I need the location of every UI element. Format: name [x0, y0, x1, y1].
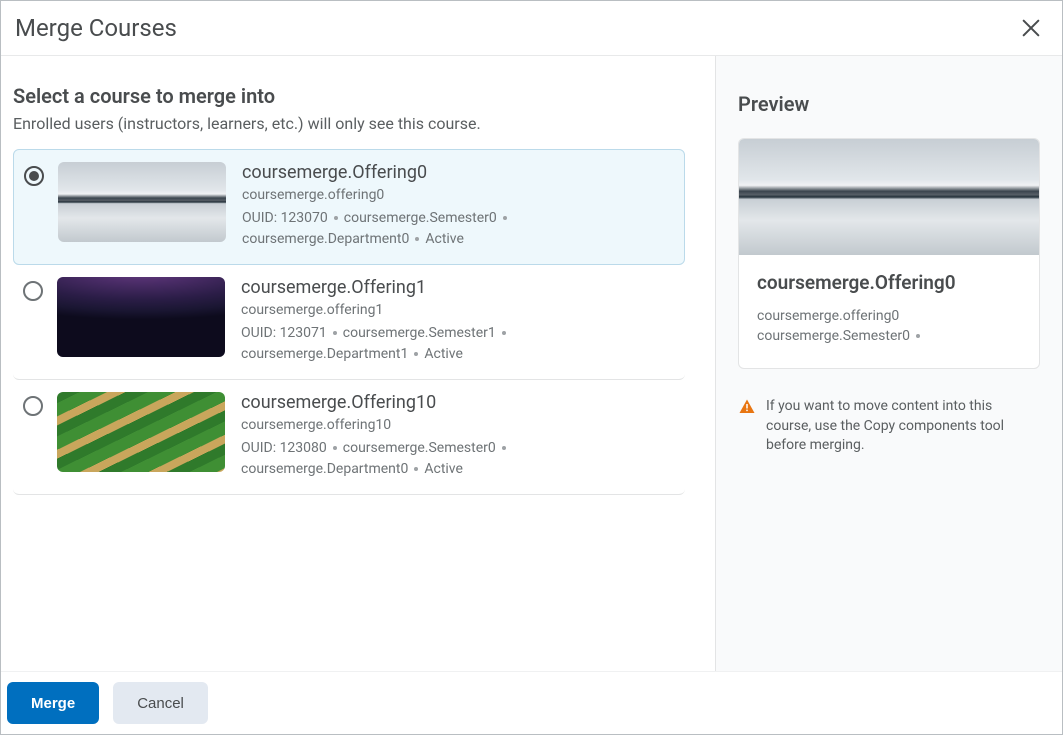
course-title: coursemerge.Offering0 — [242, 162, 674, 183]
select-heading: Select a course to merge into — [13, 84, 685, 108]
course-info: coursemerge.Offering10 coursemerge.offeri… — [241, 392, 675, 480]
dot-icon — [333, 446, 337, 450]
radio-button[interactable] — [24, 166, 44, 186]
radio-button[interactable] — [23, 281, 43, 301]
dialog-header: Merge Courses — [1, 1, 1062, 56]
course-code: coursemerge.offering1 — [241, 302, 675, 318]
preview-heading: Preview — [738, 92, 1040, 116]
dot-icon — [916, 334, 920, 338]
course-info: coursemerge.Offering1 coursemerge.offerin… — [241, 277, 675, 365]
course-row[interactable]: coursemerge.Offering1 coursemerge.offerin… — [13, 265, 685, 380]
preview-semester-text: coursemerge.Semester0 — [757, 328, 910, 344]
preview-thumbnail — [739, 139, 1039, 255]
warning-note: If you want to move content into this co… — [738, 397, 1040, 456]
dot-icon — [414, 467, 418, 471]
dot-icon — [503, 216, 507, 220]
dot-icon — [334, 216, 338, 220]
select-subtext: Enrolled users (instructors, learners, e… — [13, 114, 685, 133]
warning-icon — [738, 398, 756, 416]
course-selection-panel: Select a course to merge into Enrolled u… — [1, 56, 716, 671]
course-code: coursemerge.offering0 — [242, 187, 674, 203]
preview-card-body: coursemerge.Offering0 coursemerge.offeri… — [739, 255, 1039, 368]
preview-panel: Preview coursemerge.Offering0 coursemerg… — [716, 56, 1062, 671]
course-row[interactable]: coursemerge.Offering10 coursemerge.offeri… — [13, 380, 685, 495]
course-row[interactable]: coursemerge.Offering0 coursemerge.offerin… — [13, 149, 685, 265]
close-icon — [1020, 17, 1042, 39]
preview-card: coursemerge.Offering0 coursemerge.offeri… — [738, 138, 1040, 369]
course-thumbnail — [58, 162, 226, 242]
preview-semester: coursemerge.Semester0 — [757, 328, 1021, 344]
warning-text: If you want to move content into this co… — [766, 397, 1040, 456]
course-list: coursemerge.Offering0 coursemerge.offerin… — [13, 149, 685, 495]
close-button[interactable] — [1014, 11, 1048, 45]
course-meta: OUID: 123070coursemerge.Semester0coursem… — [242, 208, 674, 250]
course-code: coursemerge.offering10 — [241, 417, 675, 433]
dot-icon — [502, 331, 506, 335]
course-meta: OUID: 123080coursemerge.Semester0coursem… — [241, 438, 675, 480]
cancel-button[interactable]: Cancel — [113, 682, 208, 724]
course-title: coursemerge.Offering10 — [241, 392, 675, 413]
preview-code: coursemerge.offering0 — [757, 308, 1021, 324]
dot-icon — [502, 446, 506, 450]
dialog-title: Merge Courses — [15, 14, 177, 42]
course-thumbnail — [57, 277, 225, 357]
radio-button[interactable] — [23, 396, 43, 416]
merge-button[interactable]: Merge — [7, 682, 99, 724]
dialog-body: Select a course to merge into Enrolled u… — [1, 56, 1062, 671]
dialog-footer: Merge Cancel — [1, 671, 1062, 734]
dot-icon — [333, 331, 337, 335]
course-info: coursemerge.Offering0 coursemerge.offerin… — [242, 162, 674, 250]
dot-icon — [414, 352, 418, 356]
merge-courses-dialog: Merge Courses Select a course to merge i… — [0, 0, 1063, 735]
course-title: coursemerge.Offering1 — [241, 277, 675, 298]
course-meta: OUID: 123071coursemerge.Semester1coursem… — [241, 323, 675, 365]
preview-title: coursemerge.Offering0 — [757, 271, 1021, 294]
course-thumbnail — [57, 392, 225, 472]
dot-icon — [415, 237, 419, 241]
